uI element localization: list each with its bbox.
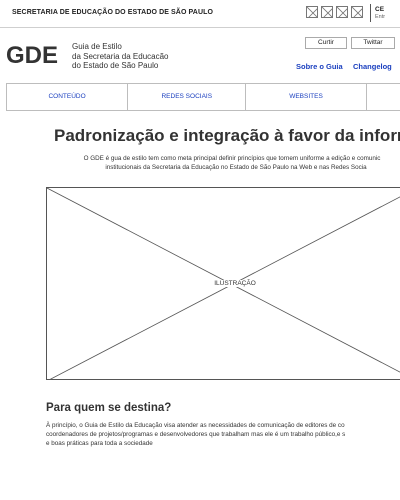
partial-title: CE (375, 6, 385, 13)
page-headline: Padronização e integração à favor da inf… (54, 126, 400, 145)
menu-item-conteudo[interactable]: CONTEÚDO (7, 84, 129, 110)
divider (370, 4, 371, 22)
main-menu: CONTEÚDO REDES SOCIAIS WEBSITES (6, 83, 400, 111)
intro-line: institucionais da Secretaria da Educação… (105, 164, 367, 171)
menu-item-redes-sociais[interactable]: REDES SOCIAIS (128, 84, 247, 110)
logo-desc-line: do Estado de São Paulo (72, 61, 159, 70)
logo-description: Guia de Estilo da Secretaria da Educacão… (72, 42, 169, 71)
intro-text: O GDE é gua de estilo tem como meta prin… (52, 154, 400, 172)
section-line: À princípio, o Guia de Estilo da Educaçã… (46, 422, 345, 429)
logo-desc-line: Guia de Estilo (72, 42, 122, 51)
changelog-link[interactable]: Changelog (353, 62, 392, 71)
intro-line: O GDE é gua de estilo tem como meta prin… (83, 155, 381, 162)
menu-item-partial[interactable] (367, 84, 400, 110)
menu-item-websites[interactable]: WEBSITES (246, 84, 367, 110)
logo[interactable]: GDE (6, 42, 58, 70)
illustration-placeholder: ILUSTRAÇÃO (46, 187, 400, 380)
placeholder-icon[interactable] (321, 6, 333, 18)
section-body: À princípio, o Guia de Estilo da Educaçã… (46, 421, 400, 448)
illustration-label: ILUSTRAÇÃO (213, 280, 257, 287)
institutional-bar: SECRETARIA DE EDUCAÇÃO DO ESTADO DE SÃO … (0, 0, 400, 28)
about-link[interactable]: Sobre o Guia (296, 62, 343, 71)
placeholder-icon[interactable] (336, 6, 348, 18)
placeholder-icon[interactable] (306, 6, 318, 18)
tweet-button[interactable]: Twittar (351, 37, 395, 49)
social-icons (306, 6, 363, 18)
partial-subtitle: Entr (375, 14, 386, 20)
logo-desc-line: da Secretaria da Educacão (72, 51, 169, 61)
section-title: Para quem se destina? (46, 402, 172, 414)
section-line: e boas práticas para toda a sociedade (46, 440, 153, 447)
placeholder-icon[interactable] (351, 6, 363, 18)
secretaria-label: SECRETARIA DE EDUCAÇÃO DO ESTADO DE SÃO … (12, 9, 214, 16)
section-line: coordenadores de projetos/programas e de… (46, 431, 346, 438)
like-button[interactable]: Curtir (305, 37, 347, 49)
